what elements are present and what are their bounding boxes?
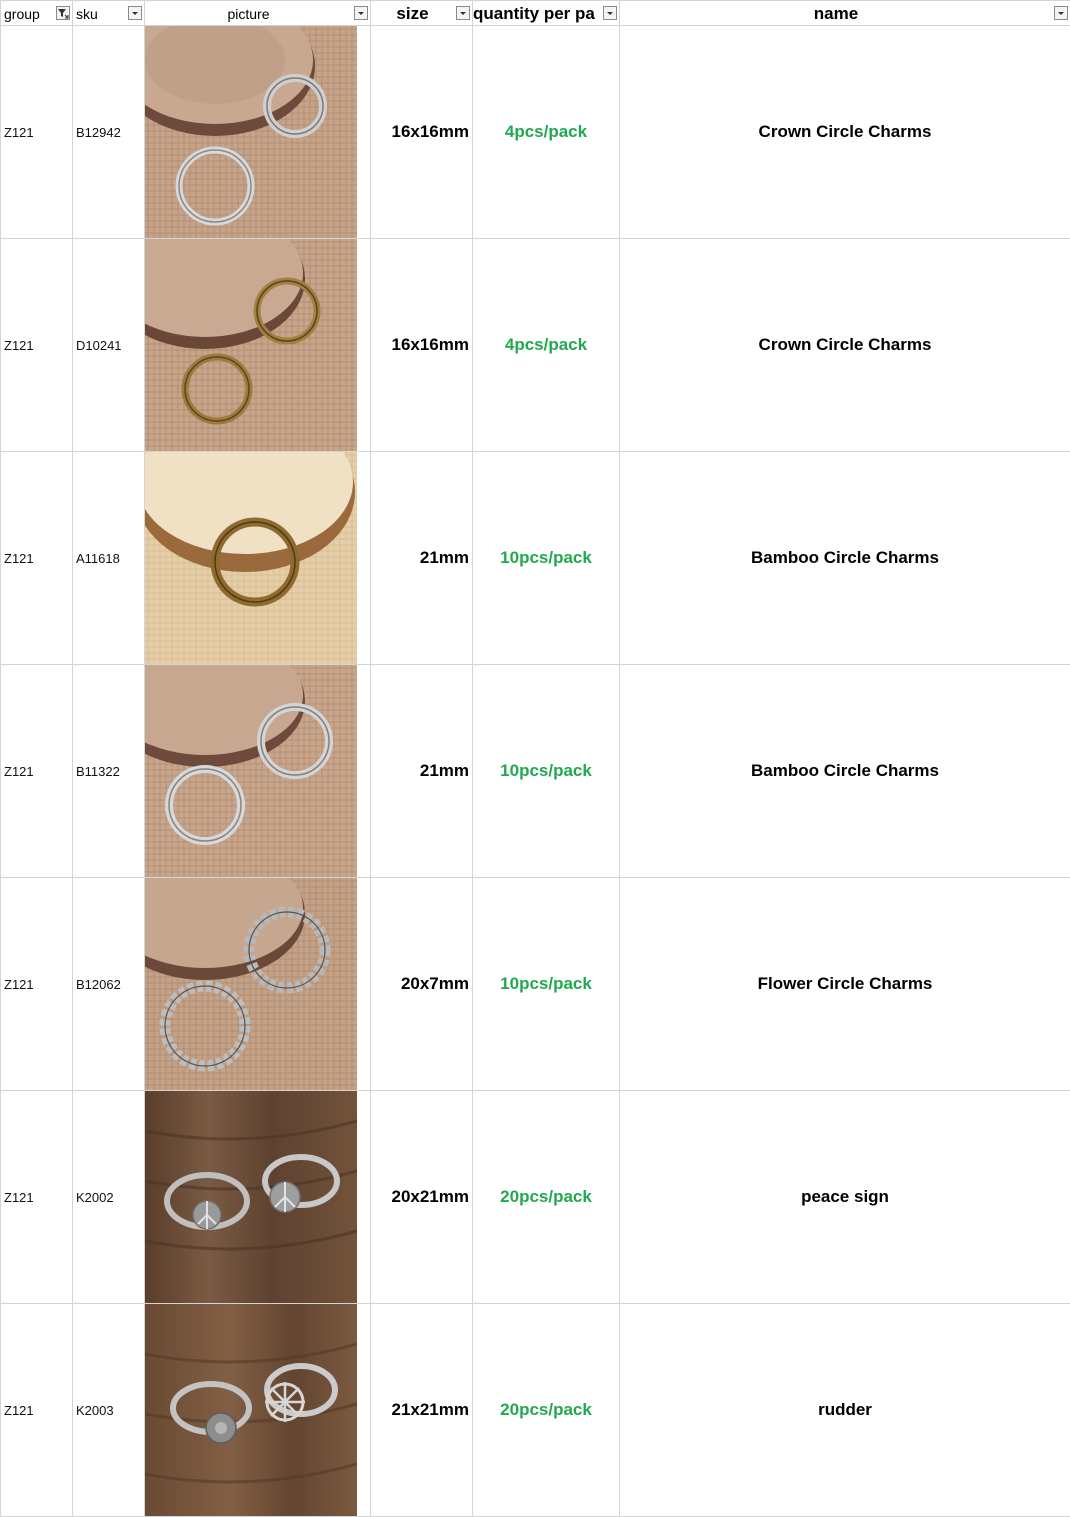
cell-sku[interactable]: D10241 (73, 239, 145, 452)
chevron-down-icon (457, 7, 469, 19)
product-image (145, 26, 357, 238)
cell-group[interactable]: Z121 (1, 1304, 73, 1517)
chevron-down-icon (129, 7, 141, 19)
cell-group[interactable]: Z121 (1, 665, 73, 878)
cell-sku[interactable]: K2003 (73, 1304, 145, 1517)
cell-quantity[interactable]: 4pcs/pack (473, 26, 620, 239)
product-image (145, 239, 357, 451)
cell-name[interactable]: peace sign (620, 1091, 1070, 1304)
cell-group[interactable]: Z121 (1, 239, 73, 452)
cell-picture[interactable] (145, 452, 371, 665)
filter-funnel-icon (57, 7, 69, 19)
filter-applied-button[interactable] (56, 6, 70, 20)
cell-picture[interactable] (145, 665, 371, 878)
cell-picture[interactable] (145, 1304, 371, 1517)
header-row: group sku picture size (1, 1, 1070, 26)
cell-picture[interactable] (145, 239, 371, 452)
cell-group[interactable]: Z121 (1, 1091, 73, 1304)
product-image (145, 665, 357, 877)
cell-sku[interactable]: K2002 (73, 1091, 145, 1304)
header-quantity-label: quantity per pa (473, 5, 595, 23)
cell-size[interactable]: 20x21mm (371, 1091, 473, 1304)
cell-group[interactable]: Z121 (1, 452, 73, 665)
cell-group[interactable]: Z121 (1, 878, 73, 1091)
cell-quantity[interactable]: 20pcs/pack (473, 1304, 620, 1517)
cell-group[interactable]: Z121 (1, 26, 73, 239)
table-row[interactable]: Z121 K2002 (1, 1091, 1070, 1304)
filter-dropdown-button[interactable] (128, 6, 142, 20)
spreadsheet: group sku picture size (0, 0, 1070, 1516)
filter-dropdown-button[interactable] (456, 6, 470, 20)
table-row[interactable]: Z121 B12062 (1, 878, 1070, 1091)
cell-picture[interactable] (145, 26, 371, 239)
header-group-label: group (4, 5, 40, 23)
product-image (145, 1304, 357, 1516)
header-quantity: quantity per pa (473, 1, 620, 26)
cell-size[interactable]: 21mm (371, 665, 473, 878)
header-group: group (1, 1, 73, 26)
cell-size[interactable]: 20x7mm (371, 878, 473, 1091)
table-row[interactable]: Z121 K2003 (1, 1304, 1070, 1517)
header-sku: sku (73, 1, 145, 26)
product-table: group sku picture size (0, 0, 1070, 1517)
header-sku-label: sku (76, 5, 98, 23)
cell-quantity[interactable]: 20pcs/pack (473, 1091, 620, 1304)
cell-picture[interactable] (145, 878, 371, 1091)
cell-sku[interactable]: A11618 (73, 452, 145, 665)
cell-quantity[interactable]: 10pcs/pack (473, 452, 620, 665)
cell-quantity[interactable]: 4pcs/pack (473, 239, 620, 452)
filter-dropdown-button[interactable] (354, 6, 368, 20)
cell-size[interactable]: 21mm (371, 452, 473, 665)
cell-sku[interactable]: B12062 (73, 878, 145, 1091)
chevron-down-icon (1055, 7, 1067, 19)
header-size-label: size (371, 5, 454, 23)
filter-dropdown-button[interactable] (1054, 6, 1068, 20)
header-name: name (620, 1, 1070, 26)
header-picture-label: picture (145, 5, 352, 23)
cell-name[interactable]: Crown Circle Charms (620, 26, 1070, 239)
cell-picture[interactable] (145, 1091, 371, 1304)
header-picture: picture (145, 1, 371, 26)
chevron-down-icon (604, 7, 616, 19)
table-row[interactable]: Z121 D10241 (1, 239, 1070, 452)
filter-dropdown-button[interactable] (603, 6, 617, 20)
product-image (145, 1091, 357, 1303)
cell-size[interactable]: 16x16mm (371, 239, 473, 452)
header-name-label: name (620, 5, 1052, 23)
cell-name[interactable]: Bamboo Circle Charms (620, 452, 1070, 665)
cell-sku[interactable]: B12942 (73, 26, 145, 239)
chevron-down-icon (355, 7, 367, 19)
cell-name[interactable]: Flower Circle Charms (620, 878, 1070, 1091)
header-size: size (371, 1, 473, 26)
product-image (145, 878, 357, 1090)
cell-quantity[interactable]: 10pcs/pack (473, 878, 620, 1091)
table-row[interactable]: Z121 B11322 (1, 665, 1070, 878)
cell-size[interactable]: 16x16mm (371, 26, 473, 239)
cell-quantity[interactable]: 10pcs/pack (473, 665, 620, 878)
product-image (145, 452, 357, 664)
cell-name[interactable]: rudder (620, 1304, 1070, 1517)
cell-name[interactable]: Bamboo Circle Charms (620, 665, 1070, 878)
cell-sku[interactable]: B11322 (73, 665, 145, 878)
cell-size[interactable]: 21x21mm (371, 1304, 473, 1517)
cell-name[interactable]: Crown Circle Charms (620, 239, 1070, 452)
table-row[interactable]: Z121 B12942 (1, 26, 1070, 239)
table-row[interactable]: Z121 A11618 (1, 452, 1070, 665)
